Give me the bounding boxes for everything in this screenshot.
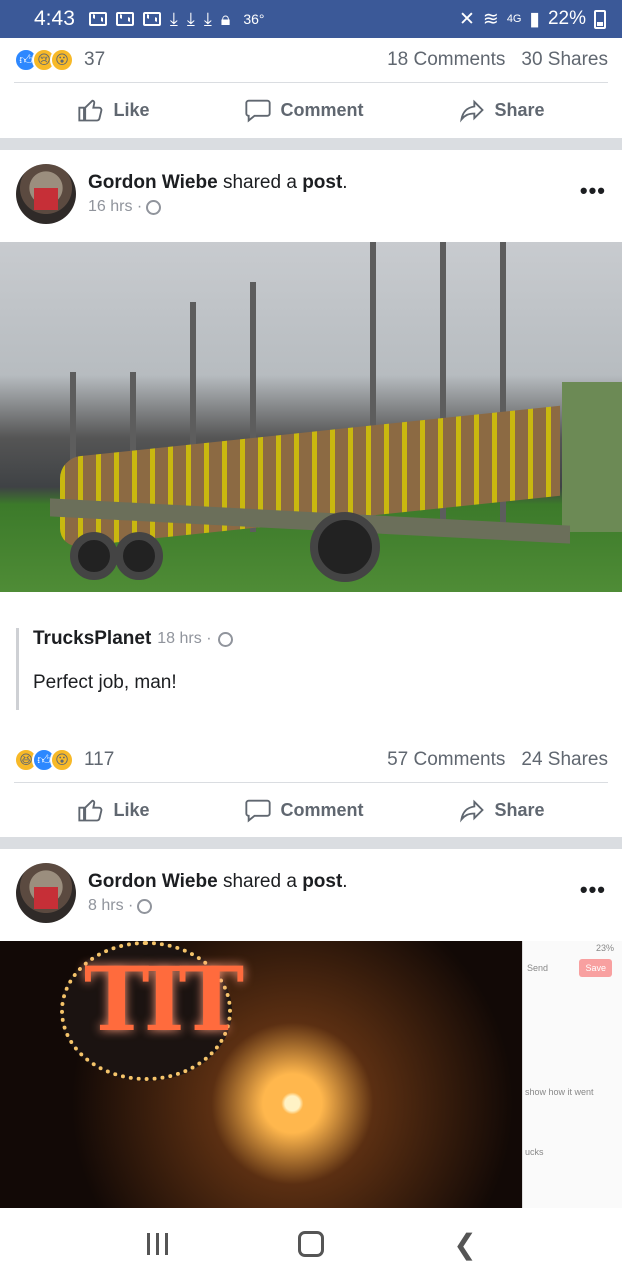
share-label: Share (494, 799, 545, 820)
author-name[interactable]: Gordon Wiebe (88, 172, 218, 193)
post-card: 👍︎ 😢︎ 😮︎ 37 18 Comments 30 Shares Like C… (0, 38, 622, 138)
more-options-icon[interactable]: ••• (580, 178, 606, 204)
comment-button[interactable]: Comment (244, 796, 364, 824)
comment-button[interactable]: Comment (244, 96, 364, 124)
mail-icon (88, 12, 107, 26)
public-globe-icon (137, 898, 153, 914)
shares-count[interactable]: 30 Shares (521, 49, 608, 71)
avatar[interactable] (16, 863, 76, 923)
share-button[interactable]: Share (458, 796, 545, 824)
overlay-battery: 23% (595, 943, 614, 953)
reaction-count: 37 (84, 49, 106, 70)
wow-reaction-icon: 😮︎ (50, 48, 74, 72)
more-options-icon[interactable]: ••• (580, 877, 606, 903)
thumbs-up-icon (78, 799, 103, 822)
back-icon[interactable]: ❮ (445, 1224, 485, 1264)
embedded-screenshot: 23% Send Save show how it went ucks (522, 941, 622, 1208)
wow-reaction-icon: 😮︎ (50, 748, 74, 772)
post-header: Gordon Wiebe shared a post. 8 hrs · ••• (0, 849, 622, 941)
truck-cab (562, 382, 622, 532)
reaction-icons: 👍︎ 😢︎ 😮︎ (14, 48, 74, 72)
post-actions: Like Comment Share (0, 783, 622, 837)
post-meta: 8 hrs · (88, 897, 348, 915)
network-type: 4G (506, 13, 522, 25)
comments-count[interactable]: 57 Comments (387, 749, 505, 771)
comment-label: Comment (280, 99, 364, 120)
avatar[interactable] (16, 164, 76, 224)
thumbs-up-icon (78, 99, 103, 122)
post-time[interactable]: 16 hrs · (88, 198, 142, 216)
like-button[interactable]: Like (77, 796, 150, 824)
battery-icon (594, 9, 606, 29)
feed-separator (0, 138, 622, 150)
reaction-summary[interactable]: 😆︎ 👍︎ 😮︎ 117 57 Comments 24 Shares (0, 738, 622, 782)
mute-icon: ✕ (458, 8, 475, 30)
comment-icon (245, 99, 272, 123)
lock-icon: 🔒︎ (220, 9, 231, 29)
action-text: shared a (222, 172, 297, 193)
download-icon: ⤓ (203, 9, 212, 29)
like-label: Like (113, 799, 150, 820)
comments-count[interactable]: 18 Comments (387, 49, 505, 71)
system-icons: ✕ ≋ 4G ▮ 22% (459, 8, 606, 31)
post-header: Gordon Wiebe shared a post. 16 hrs · ••• (0, 150, 622, 242)
author-name[interactable]: Gordon Wiebe (88, 871, 218, 892)
feed-separator (0, 837, 622, 849)
notification-icons: ⤓ ⤓ ⤓ 🔒︎ 36° (88, 9, 265, 29)
post-card: Gordon Wiebe shared a post. 8 hrs · ••• … (0, 849, 622, 1208)
overlay-item: ucks (525, 1147, 544, 1157)
post-link[interactable]: post (302, 871, 342, 892)
like-button[interactable]: Like (77, 96, 150, 124)
image-icon (142, 12, 161, 26)
share-icon (460, 99, 485, 123)
system-nav-bar: ❮ (0, 1208, 622, 1280)
battery-percent: 22% (547, 8, 586, 29)
public-globe-icon (146, 199, 162, 215)
shared-post[interactable]: TrucksPlanet 18 hrs · Perfect job, man! (0, 592, 622, 738)
shares-count[interactable]: 24 Shares (521, 749, 608, 771)
download-icon: ⤓ (169, 9, 178, 29)
post-actions: Like Comment Share (0, 83, 622, 137)
comment-label: Comment (280, 799, 364, 820)
recents-icon[interactable] (137, 1224, 177, 1264)
post-link[interactable]: post (302, 172, 342, 193)
post-author-line: Gordon Wiebe shared a post. (88, 172, 348, 193)
news-feed[interactable]: 👍︎ 😢︎ 😮︎ 37 18 Comments 30 Shares Like C… (0, 38, 622, 1208)
comment-icon (245, 799, 272, 823)
like-label: Like (113, 99, 150, 120)
reaction-count: 117 (84, 749, 115, 770)
post-time[interactable]: 8 hrs · (88, 897, 133, 915)
share-button[interactable]: Share (458, 96, 545, 124)
wifi-icon: ≋ (482, 8, 499, 30)
post-card: Gordon Wiebe shared a post. 16 hrs · ••• (0, 150, 622, 837)
shared-caption: Perfect job, man! (33, 672, 177, 693)
temperature: 36° (243, 11, 265, 27)
reaction-icons: 😆︎ 👍︎ 😮︎ (14, 748, 74, 772)
share-label: Share (494, 99, 545, 120)
download-icon: ⤓ (186, 9, 195, 29)
sign-text: TIT (84, 947, 244, 1051)
post-meta: 16 hrs · (88, 198, 348, 216)
shared-time: 18 hrs · (157, 630, 212, 647)
overlay-send: Send (527, 963, 549, 973)
reaction-summary[interactable]: 👍︎ 😢︎ 😮︎ 37 18 Comments 30 Shares (0, 38, 622, 82)
signal-icon: ▮ (529, 8, 540, 30)
post-author-line: Gordon Wiebe shared a post. (88, 871, 348, 892)
action-text: shared a (222, 871, 297, 892)
shared-page-name[interactable]: TrucksPlanet (33, 628, 151, 650)
post-photo[interactable] (0, 242, 622, 592)
home-icon (298, 1231, 324, 1257)
shared-page-line: TrucksPlanet 18 hrs · (33, 628, 606, 650)
post-photo[interactable]: TIT 23% Send Save show how it went ucks (0, 941, 622, 1208)
home-button[interactable] (291, 1224, 331, 1264)
public-globe-icon (217, 631, 233, 647)
share-icon (460, 799, 485, 823)
status-bar: 4:43 ⤓ ⤓ ⤓ 🔒︎ 36° ✕ ≋ 4G ▮ 22% (0, 0, 622, 38)
clock: 4:43 (34, 7, 75, 30)
overlay-hint: show how it went (525, 1087, 594, 1097)
mail-icon (115, 12, 134, 26)
overlay-save: Save (579, 959, 612, 977)
